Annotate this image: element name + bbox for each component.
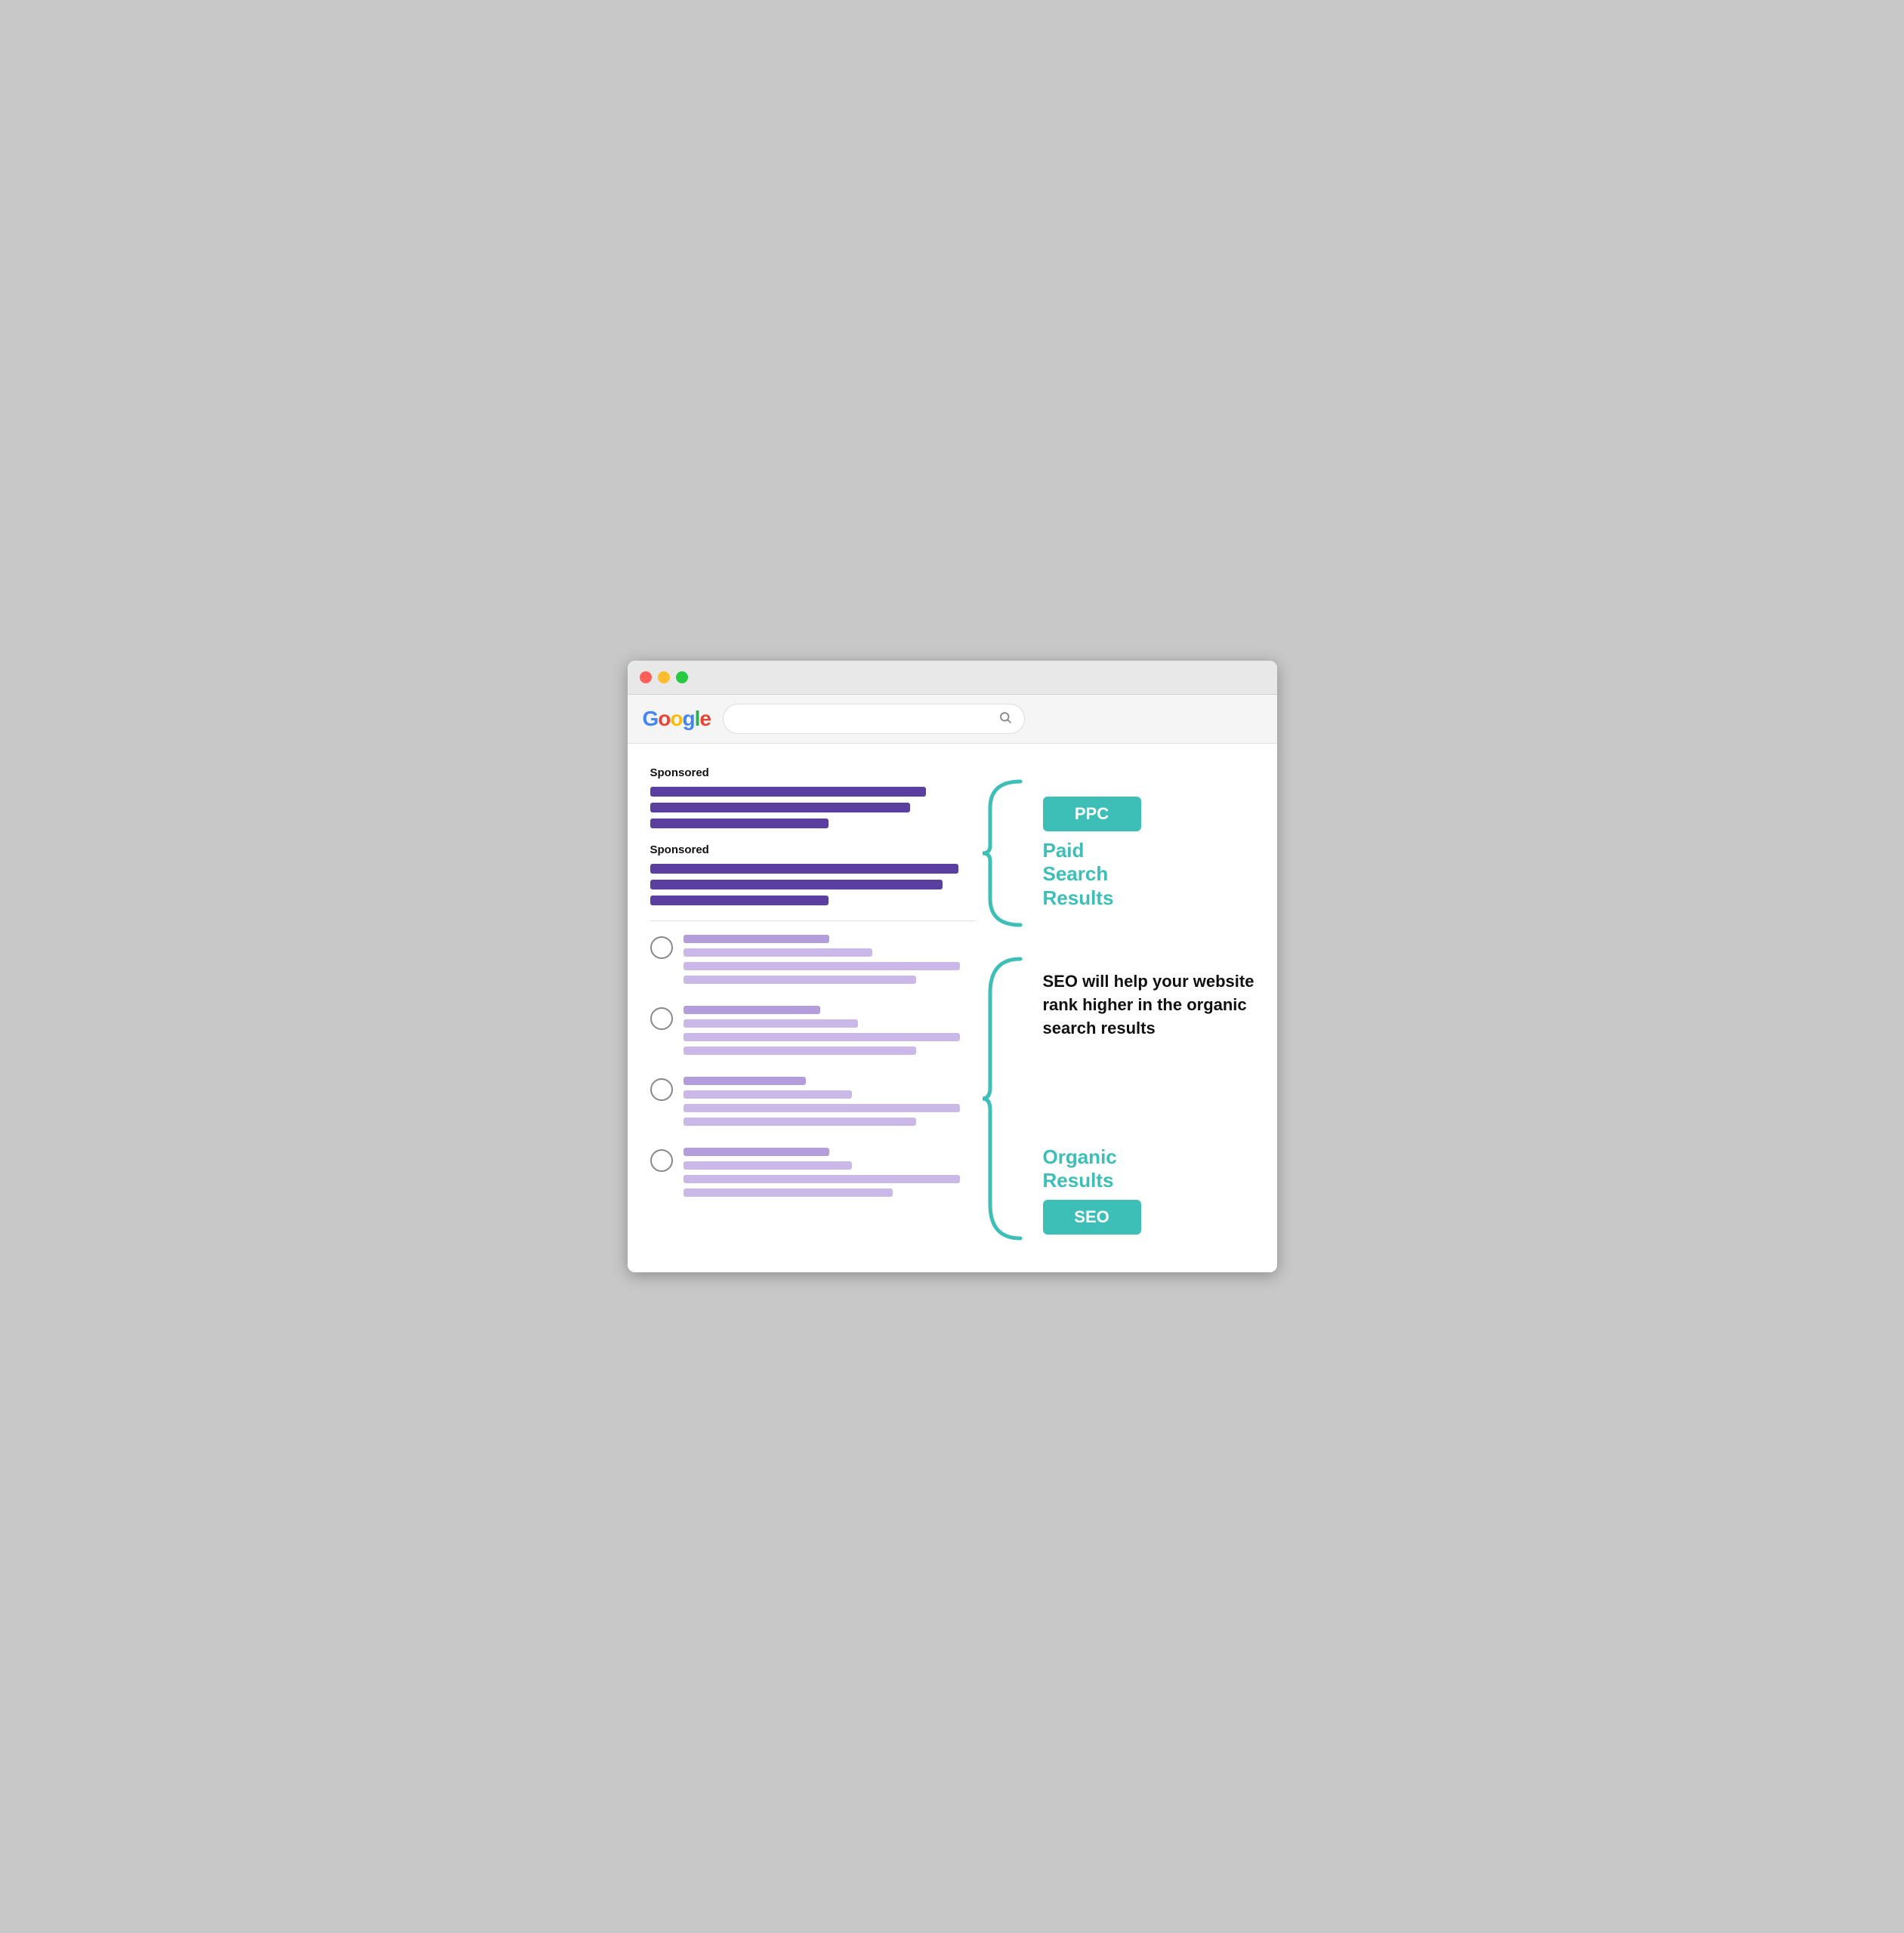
maximize-button[interactable] [676, 671, 688, 683]
seo-description: SEO will help your website rank higher i… [1043, 970, 1254, 1040]
result-lines-2 [684, 1006, 975, 1060]
result-title-1 [684, 935, 829, 943]
divider [650, 920, 975, 921]
browser-content: Sponsored Sponsored [628, 744, 1277, 1272]
result-circle-1 [650, 936, 673, 959]
search-bar[interactable] [723, 704, 1025, 734]
result-subtitle-4 [684, 1161, 853, 1170]
ppc-brace-container [975, 766, 1035, 940]
search-icon [998, 711, 1012, 728]
organic-annotation: SEO will help your website rank higher i… [975, 955, 1254, 1242]
result-subtitle-3 [684, 1090, 853, 1099]
result-lines-1 [684, 935, 975, 989]
organic-bottom-labels: Organic Results SEO [1043, 1114, 1254, 1235]
result-title-4 [684, 1148, 829, 1156]
ppc-annotation: PPC Paid Search Results [975, 766, 1254, 940]
organic-brace-svg [983, 955, 1028, 1242]
section-gap [975, 940, 1254, 955]
paid-bar-2-3 [650, 896, 829, 905]
result-body-3-2 [684, 1118, 917, 1126]
organic-results-label: Organic Results [1043, 1121, 1254, 1192]
result-circle-4 [650, 1149, 673, 1172]
ppc-label-area: PPC Paid Search Results [1035, 766, 1141, 940]
organic-section [650, 935, 975, 1202]
result-circle-3 [650, 1078, 673, 1101]
sponsored-section-2: Sponsored [650, 843, 975, 905]
browser-titlebar [628, 661, 1277, 695]
left-panel: Sponsored Sponsored [650, 766, 975, 1242]
result-lines-4 [684, 1148, 975, 1202]
organic-result-3 [650, 1077, 975, 1131]
result-title-3 [684, 1077, 806, 1085]
paid-bar-2-1 [650, 864, 959, 874]
result-lines-3 [684, 1077, 975, 1131]
result-body-4-1 [684, 1175, 961, 1183]
paid-bar-2-2 [650, 880, 943, 889]
ppc-brace-svg [983, 778, 1028, 929]
sponsored-label-2: Sponsored [650, 843, 975, 856]
paid-search-label: Paid Search Results [1043, 839, 1141, 910]
paid-bar-1-1 [650, 787, 927, 797]
result-subtitle-2 [684, 1019, 859, 1028]
organic-brace-container [975, 955, 1035, 1242]
result-subtitle-1 [684, 948, 873, 957]
result-body-2-2 [684, 1047, 917, 1055]
paid-bar-1-3 [650, 819, 829, 828]
organic-result-2 [650, 1006, 975, 1060]
result-body-1-2 [684, 976, 917, 984]
browser-toolbar: Google [628, 695, 1277, 744]
organic-label-area: SEO will help your website rank higher i… [1035, 955, 1254, 1242]
sponsored-label-1: Sponsored [650, 766, 975, 779]
result-body-4-2 [684, 1188, 893, 1197]
seo-badge: SEO [1043, 1200, 1141, 1235]
google-logo: Google [643, 707, 711, 731]
minimize-button[interactable] [658, 671, 670, 683]
result-circle-2 [650, 1007, 673, 1030]
close-button[interactable] [640, 671, 652, 683]
result-title-2 [684, 1006, 820, 1014]
result-body-3-1 [684, 1104, 961, 1112]
browser-window: Google Sponsored Sponso [628, 661, 1277, 1272]
annotations-panel: PPC Paid Search Results SEO wi [975, 766, 1254, 1242]
search-input[interactable] [736, 713, 998, 726]
result-body-2-1 [684, 1033, 961, 1041]
result-body-1-1 [684, 962, 961, 970]
organic-result-4 [650, 1148, 975, 1202]
ppc-badge: PPC [1043, 797, 1141, 831]
paid-bar-1-2 [650, 803, 910, 812]
organic-result-1 [650, 935, 975, 989]
sponsored-section-1: Sponsored [650, 766, 975, 828]
